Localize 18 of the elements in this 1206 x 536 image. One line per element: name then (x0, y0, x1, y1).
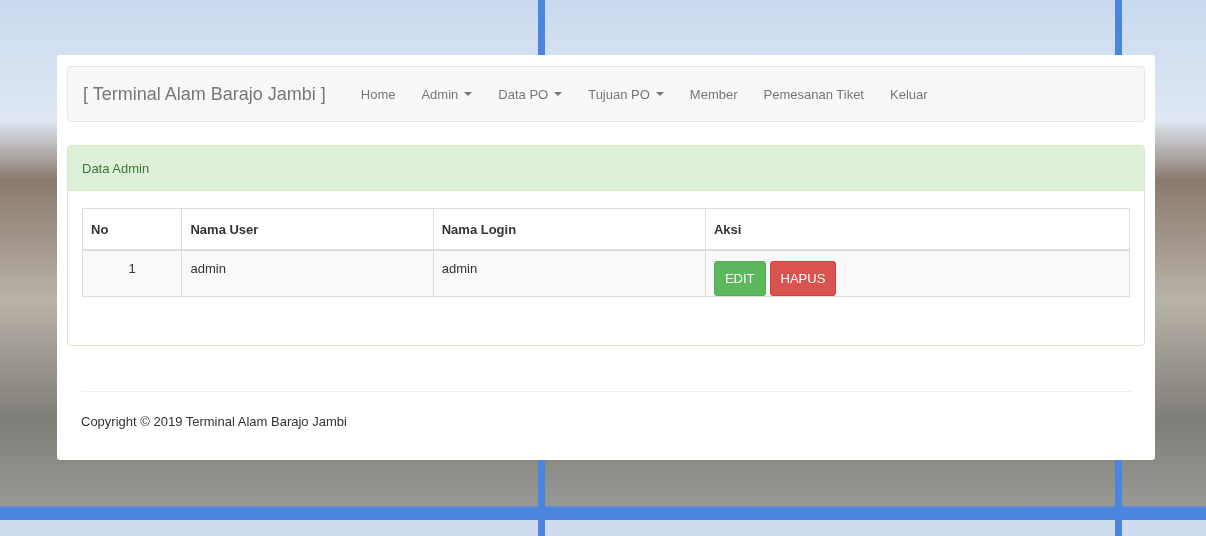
nav-link[interactable]: Admin (408, 86, 486, 102)
table-cell: admin (433, 250, 706, 297)
caret-icon (554, 92, 563, 96)
table-cell: 1 (82, 250, 182, 297)
nav-link[interactable]: Tujuan PO (575, 86, 677, 102)
nav-link[interactable]: Data PO (485, 86, 576, 102)
delete-button[interactable]: HAPUS (769, 261, 837, 296)
edit-button[interactable]: EDIT (713, 261, 766, 296)
nav-link[interactable]: Member (676, 86, 751, 102)
nav-link[interactable]: Keluar (877, 86, 941, 102)
nav-link[interactable]: Pemesanan Tiket (750, 86, 877, 102)
brand-link[interactable]: [ Terminal Alam Barajo Jambi ] (83, 83, 326, 105)
copyright-text: Copyright © 2019 Terminal Alam Barajo Jambi (81, 414, 348, 429)
caret-icon (655, 92, 664, 96)
panel-heading: Data Admin (68, 146, 1144, 191)
table-cell: admin (181, 250, 434, 297)
caret-icon (464, 92, 473, 96)
nav-link[interactable]: Home (347, 86, 409, 102)
